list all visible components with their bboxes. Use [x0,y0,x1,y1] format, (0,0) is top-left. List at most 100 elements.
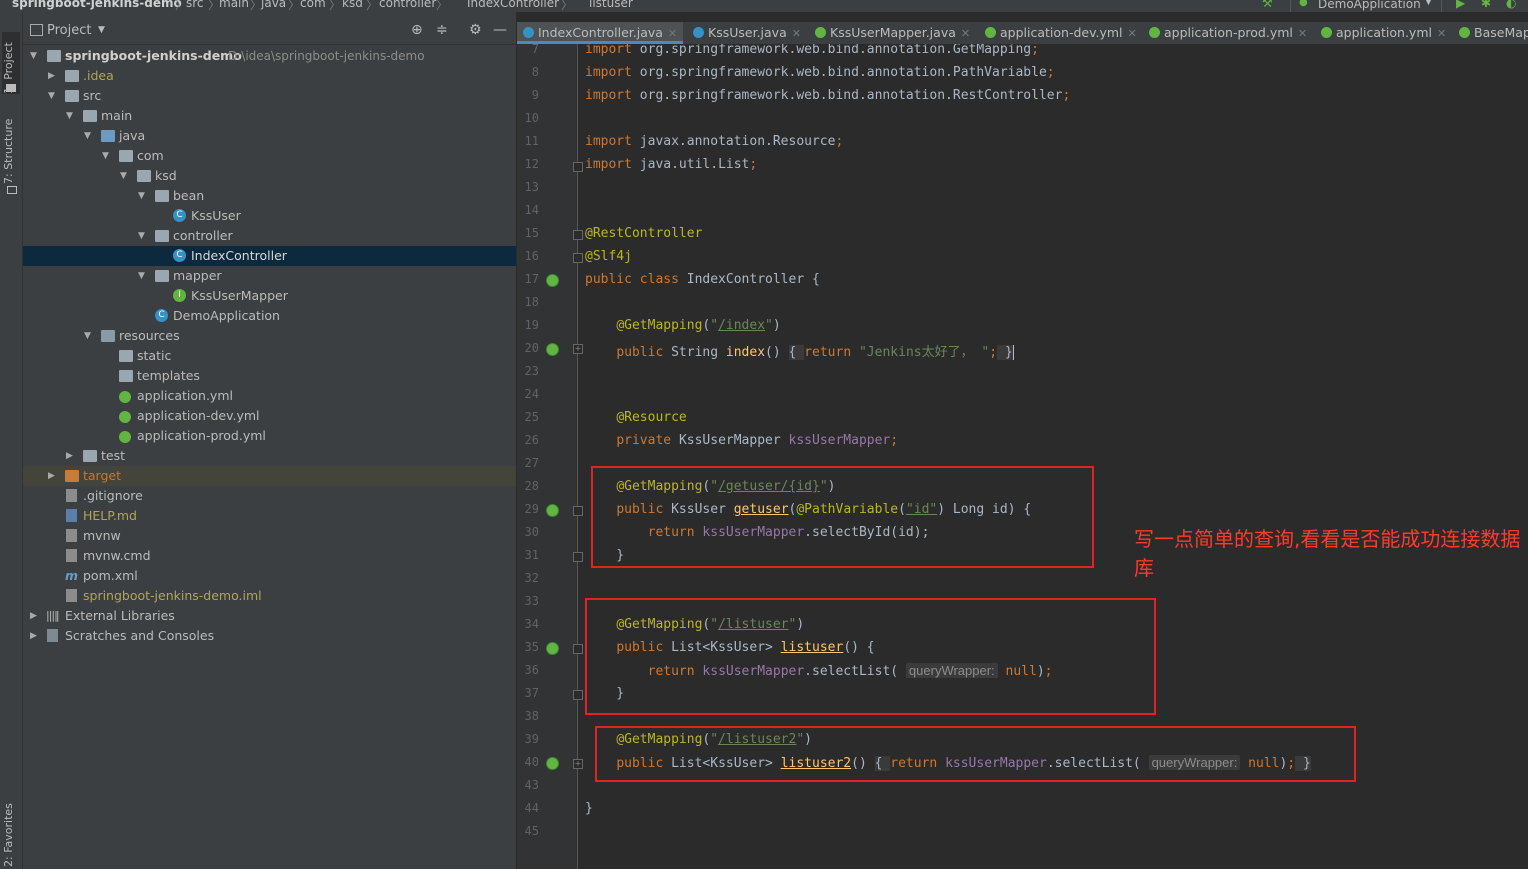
tree-item-project-root[interactable]: ▼ springboot-jenkins-demo D:\idea\spring… [23,46,516,66]
tab-basemapper[interactable]: BaseMap [1453,22,1528,44]
collapse-all-icon[interactable]: ≑ [436,22,448,38]
spring-bean-icon[interactable] [546,274,559,287]
close-icon[interactable]: ✕ [792,27,801,40]
tree-item-application-prod-yml[interactable]: application-prod.yml [23,426,516,446]
tab-application[interactable]: application.yml ✕ [1315,22,1453,44]
build-hammer-icon[interactable]: ⚒ [1262,0,1273,10]
run-icon[interactable]: ▶ [1456,0,1465,10]
tree-item-mapper[interactable]: ▼ mapper [23,266,516,286]
tree-item-templates[interactable]: templates [23,366,516,386]
tree-item-java[interactable]: ▼ java [23,126,516,146]
tree-item-bean[interactable]: ▼ bean [23,186,516,206]
tree-item-label: target [83,468,122,483]
fold-marker[interactable] [573,552,583,562]
tree-item-demoapplication[interactable]: C DemoApplication [23,306,516,326]
line-number: 7 [531,44,539,56]
code-line-12: import java.util.List; [585,157,758,172]
tab-application-dev[interactable]: application-dev.yml ✕ [979,22,1141,44]
tree-item-kssusermapper[interactable]: I KssUserMapper [23,286,516,306]
tree-item-application-yml[interactable]: application.yml [23,386,516,406]
close-icon[interactable]: ✕ [1128,27,1137,40]
tab-kssusermapper[interactable]: KssUserMapper.java ✕ [809,22,977,44]
fold-marker[interactable] [573,644,583,654]
run-configuration-select[interactable]: ● DemoApplication ▼ [1290,0,1442,12]
debug-icon[interactable]: ✱ [1481,0,1491,10]
tree-item-main[interactable]: ▼ main [23,106,516,126]
fold-marker[interactable] [573,230,583,240]
project-tool-window: Project ▼ ⊕ ≑ ⚙ — ▼ springboot-jenkins-d… [23,12,516,869]
breadcrumb-ksd[interactable]: ksd [342,0,363,10]
tree-item-help-md[interactable]: HELP.md [23,506,516,526]
tree-item-gitignore[interactable]: .gitignore [23,486,516,506]
request-mapping-icon[interactable] [546,343,559,356]
close-icon[interactable]: ✕ [961,27,970,40]
chevron-down-icon: ▼ [48,91,55,101]
tree-item-idea[interactable]: ▶ .idea [23,66,516,86]
tab-kssuser[interactable]: KssUser.java ✕ [687,22,807,44]
tree-item-scratches[interactable]: ▶ Scratches and Consoles [23,626,516,646]
close-icon[interactable]: ✕ [1298,27,1307,40]
request-mapping-icon[interactable] [546,504,559,517]
tree-item-label: IndexController [191,248,287,263]
tree-item-src[interactable]: ▼ src [23,86,516,106]
file-icon [66,489,77,502]
tree-item-mvnw-cmd[interactable]: mvnw.cmd [23,546,516,566]
breadcrumb-class[interactable]: IndexController [467,0,559,10]
gear-icon[interactable]: ⚙ [469,22,482,38]
close-icon[interactable]: ✕ [668,27,677,40]
breadcrumb-project[interactable]: springboot-jenkins-demo [12,0,182,10]
structure-tool-tab[interactable]: 7: Structure [2,114,20,184]
fold-marker[interactable] [573,506,583,516]
folder-icon [119,370,133,382]
code-editor[interactable]: 7 8 9 10 11 12 13 14 15 16 17 18 19 20 2… [517,44,1528,869]
tree-item-label: pom.xml [83,568,138,583]
tree-item-indexcontroller[interactable]: C IndexController [23,246,516,266]
module-folder-icon [47,50,61,62]
tree-item-kssuser[interactable]: C KssUser [23,206,516,226]
tree-item-controller[interactable]: ▼ controller [23,226,516,246]
fold-expand-icon[interactable]: + [573,759,583,769]
breadcrumb-main[interactable]: main [219,0,249,10]
locate-icon[interactable]: ⊕ [411,22,423,38]
project-path: D:\idea\springboot-jenkins-demo [228,49,425,63]
breadcrumb-src[interactable]: src [186,0,204,10]
tree-item-mvnw[interactable]: mvnw [23,526,516,546]
close-icon[interactable]: ✕ [1437,27,1446,40]
chevron-down-icon: ▼ [84,131,91,141]
breadcrumb-com[interactable]: com [300,0,326,10]
project-panel-title[interactable]: Project [47,23,91,38]
tree-item-static[interactable]: static [23,346,516,366]
fold-marker[interactable] [573,162,583,172]
tree-item-test[interactable]: ▶ test [23,446,516,466]
chevron-down-icon[interactable]: ▼ [98,25,105,35]
favorites-tool-tab[interactable]: 2: Favorites [2,803,20,867]
tree-item-resources[interactable]: ▼ resources [23,326,516,346]
breadcrumb-method[interactable]: listuser [589,0,633,10]
breadcrumb-controller[interactable]: controller [379,0,436,10]
class-icon: C [173,209,186,222]
line-number: 37 [524,686,539,700]
coverage-icon[interactable]: ◐ [1506,0,1516,10]
tree-item-iml[interactable]: springboot-jenkins-demo.iml [23,586,516,606]
class-icon: C [173,249,186,262]
tree-item-target[interactable]: ▶ target [23,466,516,486]
tab-application-prod[interactable]: application-prod.yml ✕ [1143,22,1321,44]
breadcrumb-java[interactable]: java [261,0,286,10]
fold-expand-icon[interactable]: + [573,344,583,354]
tree-item-application-dev-yml[interactable]: application-dev.yml [23,406,516,426]
fold-marker[interactable] [573,253,583,263]
excluded-folder-icon [65,470,79,482]
tree-item-ksd[interactable]: ▼ ksd [23,166,516,186]
chevron-down-icon: ▼ [84,331,91,341]
tree-item-external-libraries[interactable]: ▶ |||‖ External Libraries [23,606,516,626]
request-mapping-icon[interactable] [546,757,559,770]
tab-indexcontroller[interactable]: IndexController.java ✕ [517,22,683,44]
tree-item-com[interactable]: ▼ com [23,146,516,166]
fold-marker[interactable] [573,690,583,700]
line-number: 20 [524,341,539,355]
chevron-down-icon: ▼ [1425,0,1432,7]
code-line-26: private KssUserMapper kssUserMapper; [616,433,899,448]
hide-icon[interactable]: — [493,22,507,38]
request-mapping-icon[interactable] [546,642,559,655]
tree-item-pom-xml[interactable]: m pom.xml [23,566,516,586]
